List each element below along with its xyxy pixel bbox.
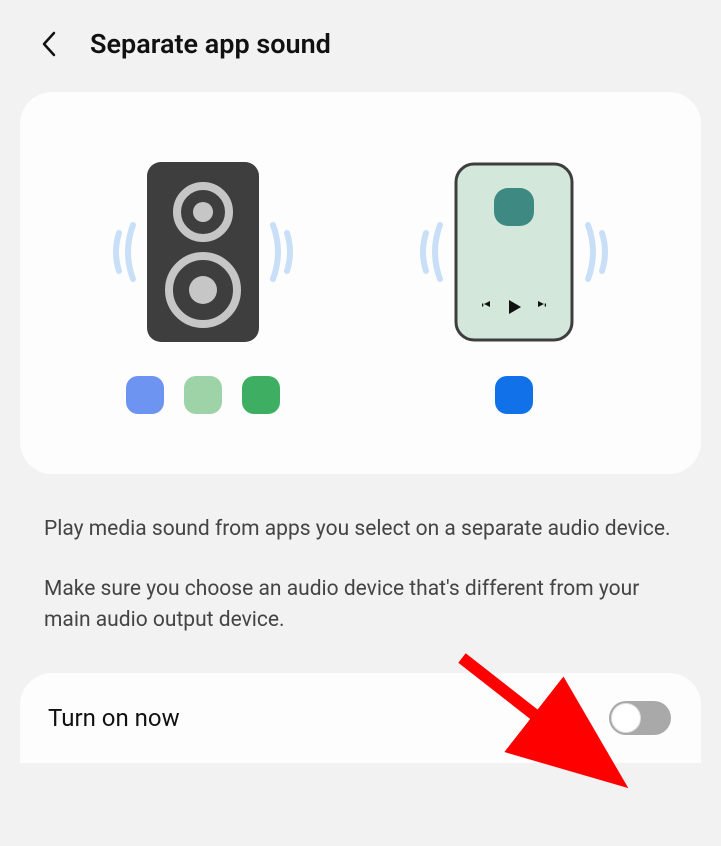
chevron-left-icon bbox=[39, 30, 61, 58]
page-title: Separate app sound bbox=[90, 28, 331, 60]
turn-on-toggle[interactable] bbox=[609, 701, 671, 735]
app-dot bbox=[126, 376, 164, 414]
toggle-thumb bbox=[611, 703, 641, 733]
description-line: Make sure you choose an audio device tha… bbox=[44, 574, 677, 635]
illustration-card bbox=[20, 92, 701, 474]
turn-on-row[interactable]: Turn on now bbox=[20, 673, 701, 763]
description-line: Play media sound from apps you select on… bbox=[44, 514, 677, 544]
sound-wave-left-icon bbox=[410, 207, 450, 297]
speaker-column bbox=[103, 162, 303, 414]
illustration-row bbox=[50, 162, 671, 414]
app-dot bbox=[495, 376, 533, 414]
header: Separate app sound bbox=[0, 0, 721, 80]
app-dot bbox=[242, 376, 280, 414]
phone-column bbox=[410, 162, 618, 414]
description-text: Play media sound from apps you select on… bbox=[0, 474, 721, 665]
speaker-icon bbox=[147, 162, 259, 342]
phone-device bbox=[410, 162, 618, 342]
app-dots-left bbox=[126, 376, 280, 414]
sound-wave-left-icon bbox=[103, 207, 143, 297]
toggle-label: Turn on now bbox=[48, 704, 180, 732]
phone-icon bbox=[454, 162, 574, 342]
app-dots-right bbox=[495, 376, 533, 414]
sound-wave-right-icon bbox=[578, 207, 618, 297]
speaker-device bbox=[103, 162, 303, 342]
back-button[interactable] bbox=[38, 32, 62, 56]
app-dot bbox=[184, 376, 222, 414]
sound-wave-right-icon bbox=[263, 207, 303, 297]
